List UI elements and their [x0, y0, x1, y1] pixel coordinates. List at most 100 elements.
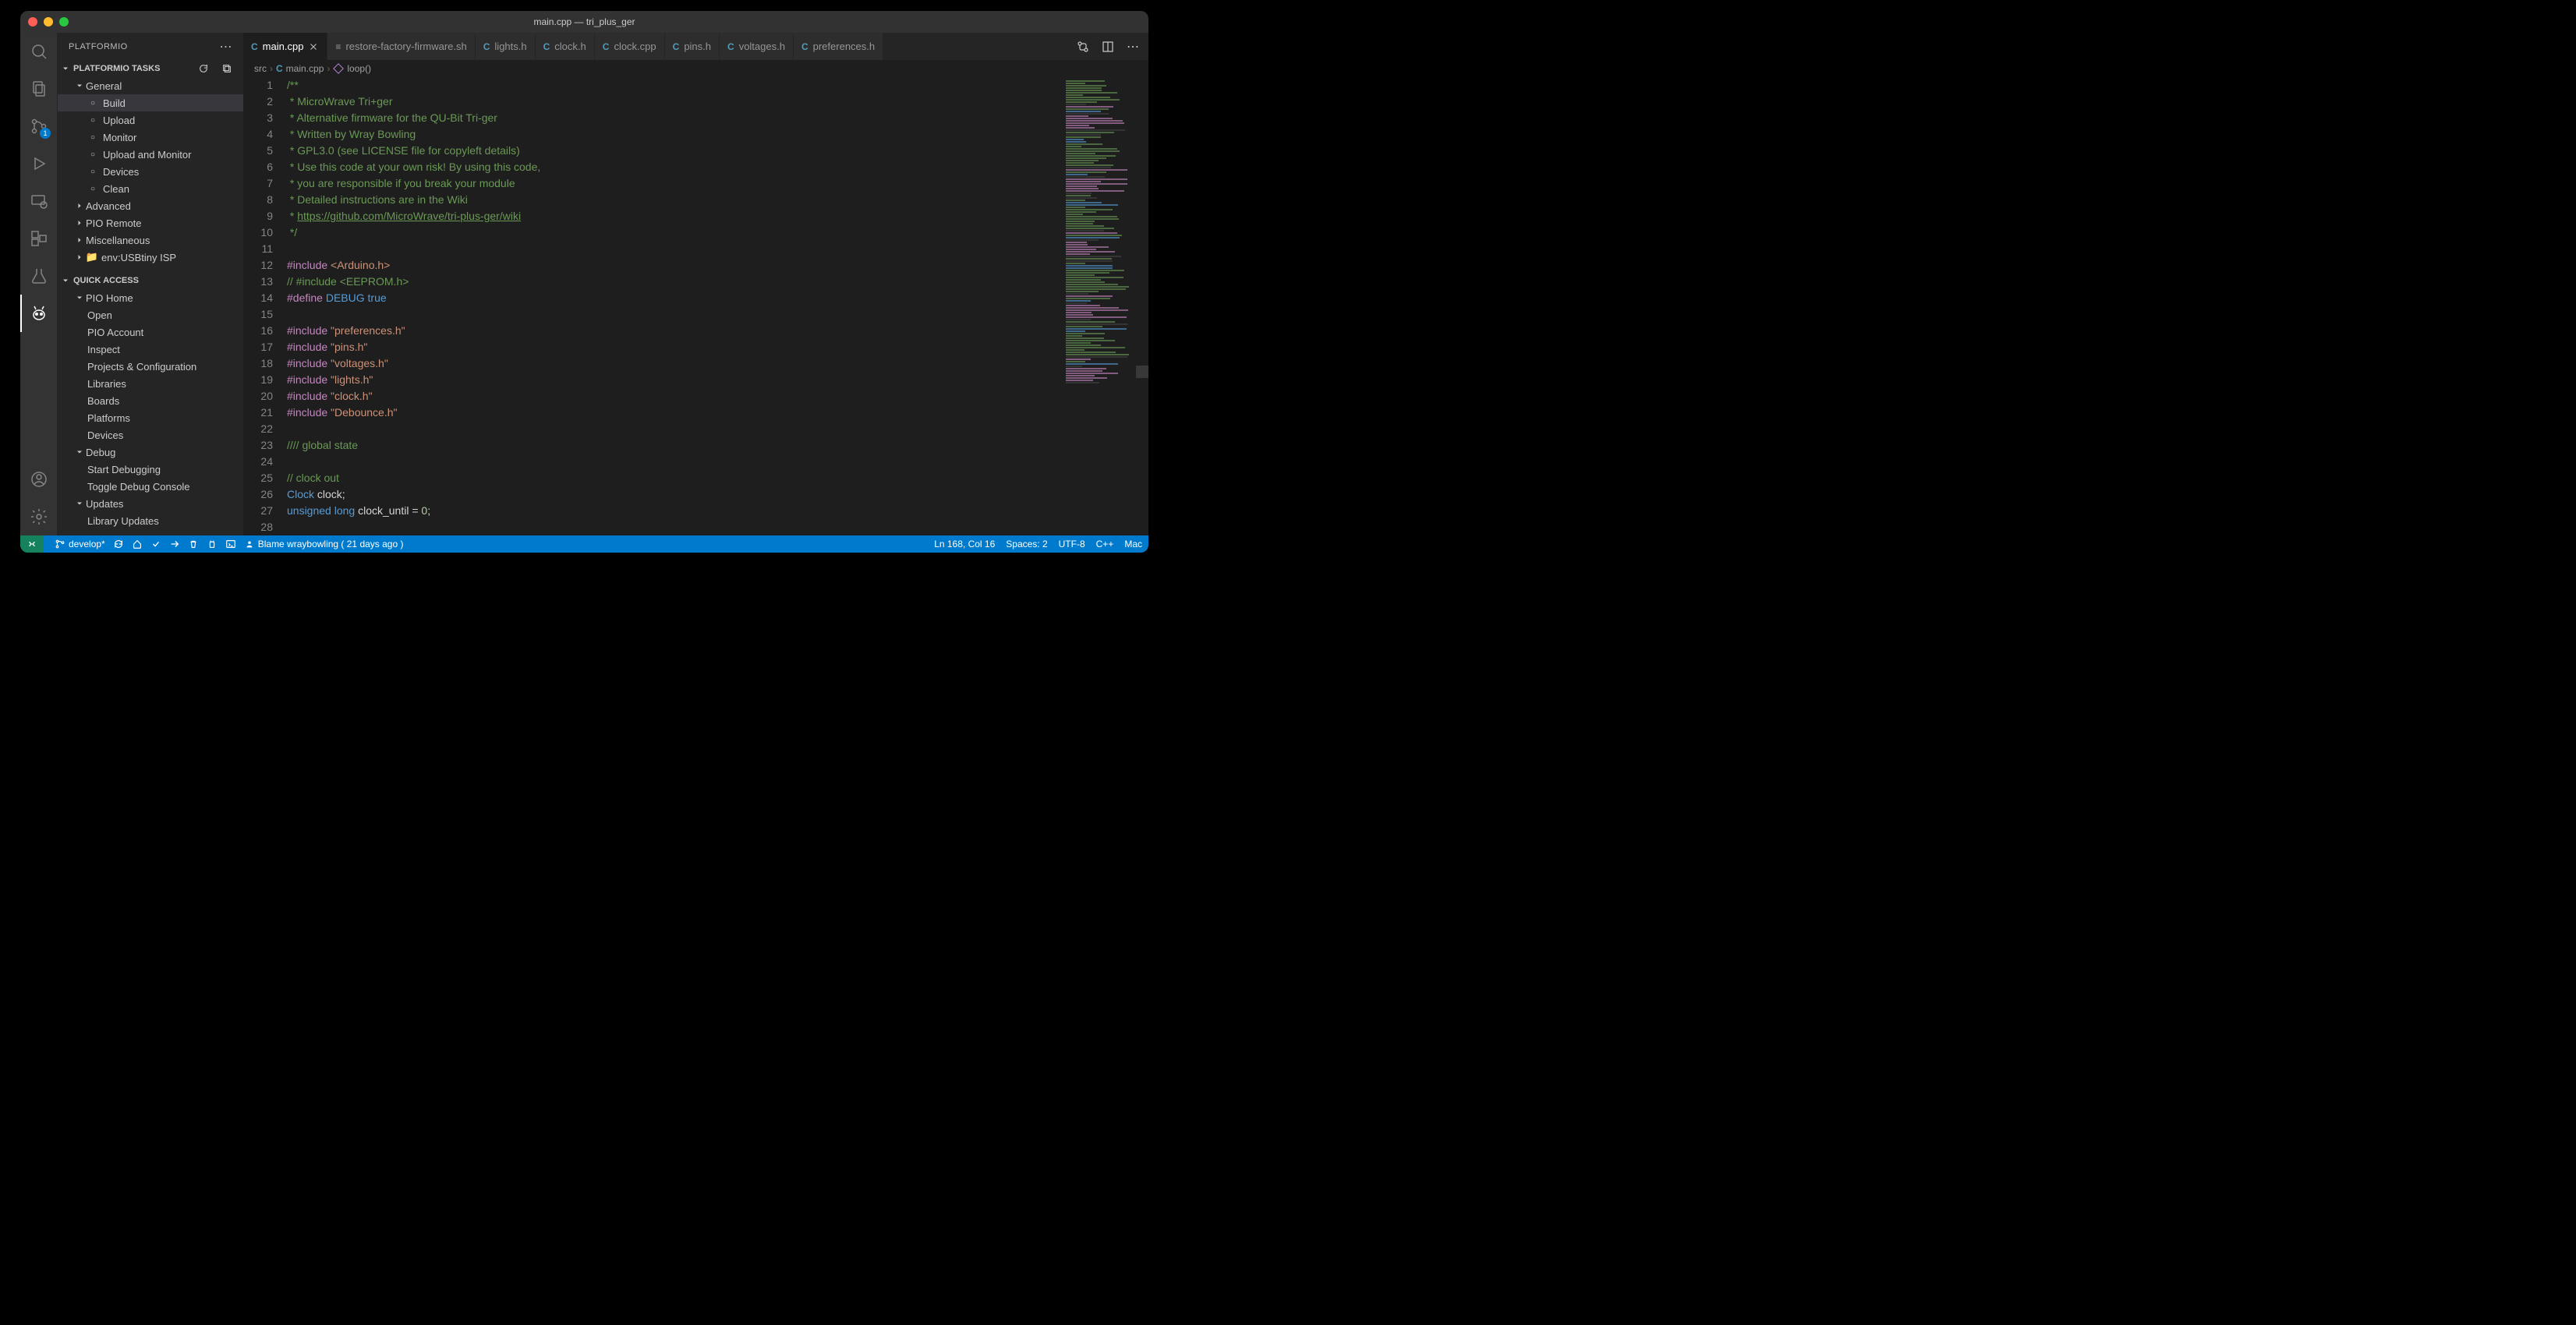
file-type-icon: C	[727, 41, 734, 52]
encoding[interactable]: UTF-8	[1059, 539, 1085, 549]
file-type-icon: C	[673, 41, 680, 52]
explorer-icon[interactable]	[20, 70, 57, 108]
pio-build-icon[interactable]	[150, 539, 161, 549]
minimap[interactable]	[1063, 77, 1148, 535]
tab-pins-h[interactable]: Cpins.h	[665, 33, 720, 60]
tree-general[interactable]: General	[58, 77, 243, 94]
activity-bar: 1	[20, 33, 58, 535]
refresh-icon[interactable]	[198, 63, 209, 74]
tree-misc[interactable]: Miscellaneous	[58, 231, 243, 249]
accounts-icon[interactable]	[20, 461, 57, 498]
tasks-tree: General ○Build ○Upload ○Monitor ○Upload …	[58, 77, 243, 535]
sidebar: PLATFORMIO ⋯ PLATFORMIO TASKS General ○B…	[58, 33, 243, 535]
pio-upload-icon[interactable]	[169, 539, 180, 549]
qa-open[interactable]: Open	[58, 306, 243, 323]
qa-pio-account[interactable]: PIO Account	[58, 323, 243, 341]
code-content[interactable]: /** * MicroWrave Tri+ger * Alternative f…	[287, 77, 1063, 535]
sidebar-more-icon[interactable]: ⋯	[220, 39, 233, 55]
tab-main-cpp[interactable]: Cmain.cpp	[243, 33, 327, 60]
qa-start-debug[interactable]: Start Debugging	[58, 461, 243, 478]
tree-pio-remote[interactable]: PIO Remote	[58, 214, 243, 231]
sidebar-header: PLATFORMIO ⋯	[58, 33, 243, 60]
vscode-window: main.cpp — tri_plus_ger 1 PLATFORMIO ⋯	[20, 11, 1148, 553]
tree-upload[interactable]: ○Upload	[58, 111, 243, 129]
code-editor[interactable]: 1234567891011121314151617181920212223242…	[243, 77, 1148, 535]
minimap-slider[interactable]	[1136, 366, 1148, 378]
close-tab-icon[interactable]	[308, 41, 319, 52]
line-gutter: 1234567891011121314151617181920212223242…	[243, 77, 287, 535]
file-type-icon: ≡	[335, 41, 341, 52]
remote-explorer-icon[interactable]	[20, 182, 57, 220]
cpp-file-icon: C	[276, 63, 283, 74]
extensions-icon[interactable]	[20, 220, 57, 257]
tab-lights-h[interactable]: Clights.h	[476, 33, 536, 60]
remote-indicator[interactable]	[20, 535, 44, 553]
zoom-window-button[interactable]	[59, 17, 69, 26]
collapse-icon[interactable]	[221, 63, 232, 74]
tree-env[interactable]: 📁env:USBtiny ISP	[58, 249, 243, 266]
eol[interactable]: Mac	[1124, 539, 1142, 549]
qa-pio-home[interactable]: PIO Home	[58, 289, 243, 306]
qa-devices[interactable]: Devices	[58, 426, 243, 443]
close-window-button[interactable]	[28, 17, 37, 26]
tree-devices[interactable]: ○Devices	[58, 163, 243, 180]
pio-terminal-icon[interactable]	[225, 539, 236, 549]
tab-preferences-h[interactable]: Cpreferences.h	[794, 33, 883, 60]
git-branch[interactable]: develop*	[55, 539, 105, 549]
tab-clock-cpp[interactable]: Cclock.cpp	[595, 33, 665, 60]
git-blame[interactable]: Blame wraybowling ( 21 days ago )	[244, 539, 404, 549]
file-type-icon: C	[483, 41, 490, 52]
indentation[interactable]: Spaces: 2	[1006, 539, 1047, 549]
tab-actions: ⋯	[1067, 33, 1148, 60]
cursor-position[interactable]: Ln 168, Col 16	[934, 539, 995, 549]
qa-projects[interactable]: Projects & Configuration	[58, 358, 243, 375]
qa-boards[interactable]: Boards	[58, 392, 243, 409]
run-debug-icon[interactable]	[20, 145, 57, 182]
qa-inspect[interactable]: Inspect	[58, 341, 243, 358]
qa-lib-updates[interactable]: Library Updates	[58, 512, 243, 529]
file-type-icon: C	[543, 41, 550, 52]
sidebar-title: PLATFORMIO	[69, 42, 128, 51]
qa-updates[interactable]: Updates	[58, 495, 243, 512]
minimize-window-button[interactable]	[44, 17, 53, 26]
pio-home-icon[interactable]	[132, 539, 143, 549]
tab-bar: Cmain.cpp≡restore-factory-firmware.shCli…	[243, 33, 1148, 60]
qa-debug[interactable]: Debug	[58, 443, 243, 461]
traffic-lights	[28, 17, 69, 26]
editor-area: Cmain.cpp≡restore-factory-firmware.shCli…	[243, 33, 1148, 535]
scm-badge: 1	[40, 128, 51, 139]
tab-voltages-h[interactable]: Cvoltages.h	[720, 33, 794, 60]
more-actions-icon[interactable]: ⋯	[1127, 39, 1139, 55]
section-platformio-tasks[interactable]: PLATFORMIO TASKS	[58, 60, 243, 77]
breadcrumb[interactable]: src› Cmain.cpp› loop()	[243, 60, 1148, 77]
sync-icon[interactable]	[113, 539, 124, 549]
tree-clean[interactable]: ○Clean	[58, 180, 243, 197]
testing-icon[interactable]	[20, 257, 57, 295]
tree-build[interactable]: ○Build	[58, 94, 243, 111]
tab-restore-factory-firmware-sh[interactable]: ≡restore-factory-firmware.sh	[327, 33, 475, 60]
split-editor-icon[interactable]	[1102, 41, 1114, 53]
tree-upload-monitor[interactable]: ○Upload and Monitor	[58, 146, 243, 163]
qa-platforms[interactable]: Platforms	[58, 409, 243, 426]
tree-advanced[interactable]: Advanced	[58, 197, 243, 214]
platformio-icon[interactable]	[20, 295, 57, 332]
tab-clock-h[interactable]: Cclock.h	[536, 33, 595, 60]
tree-monitor[interactable]: ○Monitor	[58, 129, 243, 146]
file-type-icon: C	[801, 41, 809, 52]
titlebar[interactable]: main.cpp — tri_plus_ger	[20, 11, 1148, 33]
source-control-icon[interactable]: 1	[20, 108, 57, 145]
search-icon[interactable]	[20, 33, 57, 70]
language-mode[interactable]: C++	[1096, 539, 1114, 549]
pio-serial-icon[interactable]	[207, 539, 218, 549]
settings-gear-icon[interactable]	[20, 498, 57, 535]
window-title: main.cpp — tri_plus_ger	[533, 16, 635, 27]
function-icon	[333, 63, 344, 74]
qa-libraries[interactable]: Libraries	[58, 375, 243, 392]
section-quick-access[interactable]: QUICK ACCESS	[58, 272, 243, 289]
compare-icon[interactable]	[1077, 41, 1089, 53]
qa-toggle-debug[interactable]: Toggle Debug Console	[58, 478, 243, 495]
pio-clean-icon[interactable]	[188, 539, 199, 549]
status-bar: develop* Blame wraybowling ( 21 days ago…	[20, 535, 1148, 553]
file-type-icon: C	[603, 41, 610, 52]
file-type-icon: C	[251, 41, 258, 52]
